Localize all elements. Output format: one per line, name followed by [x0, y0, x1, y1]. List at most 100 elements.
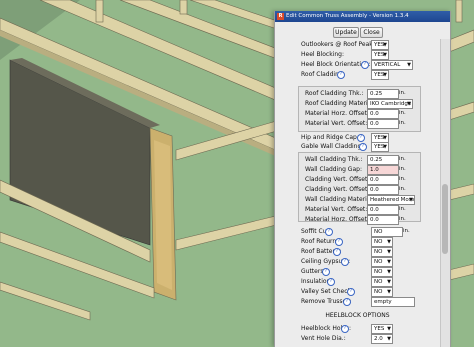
roof-cladding-material-select[interactable]: IKO Cambridge ▼ — [367, 99, 413, 109]
row-wall-cladding-material: Wall Cladding Material: Heathered Moss ▼ — [275, 195, 440, 205]
help-icon[interactable]: ? — [341, 258, 349, 266]
row-roof-cladding-material: Roof Cladding Material: IKO Cambridge ▼ — [275, 99, 440, 109]
label: Roof Cladding Thk.: — [305, 90, 364, 97]
help-icon[interactable]: ? — [325, 228, 333, 236]
heel-block-orientation-select[interactable]: VERTICAL ▼ — [371, 60, 413, 70]
row-material-horz-offset-1: Material Horz. Offset: 0.0 in. — [275, 109, 440, 119]
help-icon[interactable]: ? — [335, 238, 343, 246]
row-outlookers: Outlookers @ Roof Peak: YES ▼ — [275, 40, 440, 50]
label: Hip and Ridge Cap: — [301, 134, 359, 141]
vent-hole-dia-select[interactable]: 2.0 ▼ — [371, 334, 393, 344]
close-button[interactable]: Close — [360, 27, 383, 38]
help-icon[interactable]: ? — [347, 288, 355, 296]
label: Material Vert. Offset: — [305, 206, 368, 213]
row-soffit-cut: Soffit Cut: ? NO in. — [275, 227, 440, 237]
label: Wall Cladding Material: — [305, 196, 375, 203]
row-heelblock-holes: Heelblock Holes: ? YES ▼ — [275, 324, 440, 334]
unit: in. — [399, 176, 406, 182]
gable-wall-cladding-select[interactable]: YES ▼ — [371, 142, 389, 152]
chevron-down-icon: ▼ — [383, 144, 387, 150]
wall-cladding-thk-input[interactable]: 0.25 — [367, 155, 399, 165]
help-icon[interactable]: ? — [333, 248, 341, 256]
unit: in. — [399, 110, 406, 116]
roof-cladding-select[interactable]: YES ▼ — [371, 70, 389, 80]
vertical-scrollbar[interactable] — [440, 39, 450, 347]
label: Outlookers @ Roof Peak: — [301, 41, 375, 48]
chevron-down-icon: ▼ — [387, 259, 391, 265]
dialog-titlebar[interactable]: R Edit Common Truss Assembly - Version 1… — [275, 11, 450, 22]
help-icon[interactable]: ? — [357, 134, 365, 142]
value: 2.0 — [374, 336, 383, 342]
value: NO — [374, 289, 383, 295]
row-material-vert-offset-2: Material Vert. Offset: 0.0 in. — [275, 205, 440, 215]
remove-trusses-input[interactable]: empty — [371, 297, 415, 307]
roof-returns-select[interactable]: NO ▼ — [371, 237, 393, 247]
scrollbar-thumb[interactable] — [442, 184, 448, 254]
help-icon[interactable]: ? — [327, 278, 335, 286]
row-roof-returns: Roof Returns: ? NO ▼ — [275, 237, 440, 247]
label: Wall Cladding Thk.: — [305, 156, 363, 163]
help-icon[interactable]: ? — [341, 325, 349, 333]
value: Heathered Moss — [370, 197, 415, 203]
heel-blocking-select[interactable]: YES ▼ — [371, 50, 389, 60]
value: YES — [374, 326, 385, 332]
row-heel-blocking: Heel Blocking: YES ▼ — [275, 50, 440, 60]
cladding-vert-offset-t-input[interactable]: 0.0 — [367, 175, 399, 185]
row-heel-block-orientation: Heel Block Orientation: ? VERTICAL ▼ — [275, 60, 440, 70]
value: NO — [374, 279, 383, 285]
label: Gable Wall Cladding: — [301, 143, 364, 150]
cladding-vert-offset-b-input[interactable]: 0.0 — [367, 185, 399, 195]
app-icon: R — [277, 13, 284, 20]
gutters-select[interactable]: NO ▼ — [371, 267, 393, 277]
roof-cladding-thk-input[interactable]: 0.25 — [367, 89, 399, 99]
value: NO — [374, 269, 383, 275]
row-wall-cladding-thk: Wall Cladding Thk.: 0.25 in. — [275, 155, 440, 165]
material-horz-offset-input[interactable]: 0.0 — [367, 215, 399, 225]
row-roof-battens: Roof Battens: ? NO ▼ — [275, 247, 440, 257]
insulation-select[interactable]: NO ▼ — [371, 277, 393, 287]
row-cladding-vert-offset-b: Cladding Vert. Offset (B): 0.0 in. — [275, 185, 440, 195]
row-material-horz-offset-2: Material Horz. Offset: 0.0 in. — [275, 215, 440, 225]
material-vert-offset-input[interactable]: 0.0 — [367, 119, 399, 129]
row-vent-hole-dia: Vent Hole Dia.: 2.0 ▼ — [275, 334, 440, 344]
unit: in. — [403, 228, 410, 234]
chevron-down-icon: ▼ — [387, 249, 391, 255]
material-vert-offset-input[interactable]: 0.0 — [367, 205, 399, 215]
outlookers-select[interactable]: YES ▼ — [371, 40, 389, 50]
chevron-down-icon: ▼ — [383, 52, 387, 58]
soffit-cut-input[interactable]: NO — [371, 227, 403, 237]
material-horz-offset-input[interactable]: 0.0 — [367, 109, 399, 119]
chevron-down-icon: ▼ — [387, 326, 391, 332]
heelblock-holes-select[interactable]: YES ▼ — [371, 324, 393, 334]
value: VERTICAL — [374, 62, 401, 68]
wall-cladding-gap-input[interactable]: 1.0 — [367, 165, 399, 175]
help-icon[interactable]: ? — [322, 268, 330, 276]
help-icon[interactable]: ? — [337, 71, 345, 79]
valley-set-check-select[interactable]: NO ▼ — [371, 287, 393, 297]
label: Material Horz. Offset: — [305, 110, 369, 117]
help-icon[interactable]: ? — [361, 61, 369, 69]
label: Vent Hole Dia.: — [301, 335, 346, 342]
chevron-down-icon: ▼ — [383, 42, 387, 48]
row-roof-cladding-thk: Roof Cladding Thk.: 0.25 in. — [275, 89, 440, 99]
unit: in. — [399, 186, 406, 192]
row-valley-set-check: Valley Set Check: ? NO ▼ — [275, 287, 440, 297]
label: Heel Blocking: — [301, 51, 344, 58]
ceiling-gypsum-select[interactable]: NO ▼ — [371, 257, 393, 267]
chevron-down-icon: ▼ — [409, 197, 413, 203]
help-icon[interactable]: ? — [359, 143, 367, 151]
value: NO — [374, 239, 383, 245]
chevron-down-icon: ▼ — [387, 289, 391, 295]
wall-cladding-material-select[interactable]: Heathered Moss ▼ — [367, 195, 415, 205]
chevron-down-icon: ▼ — [387, 269, 391, 275]
row-ceiling-gypsum: Ceiling Gypsum: ? NO ▼ — [275, 257, 440, 267]
unit: in. — [399, 156, 406, 162]
value: IKO Cambridge — [370, 101, 412, 107]
label: Roof Cladding Material: — [305, 100, 375, 107]
dialog-title: Edit Common Truss Assembly - Version 1.3… — [286, 13, 409, 19]
roof-battens-select[interactable]: NO ▼ — [371, 247, 393, 257]
update-button[interactable]: Update — [333, 27, 359, 38]
row-material-vert-offset-1: Material Vert. Offset: 0.0 in. — [275, 119, 440, 129]
help-icon[interactable]: ? — [343, 298, 351, 306]
edit-truss-dialog: R Edit Common Truss Assembly - Version 1… — [274, 11, 451, 347]
